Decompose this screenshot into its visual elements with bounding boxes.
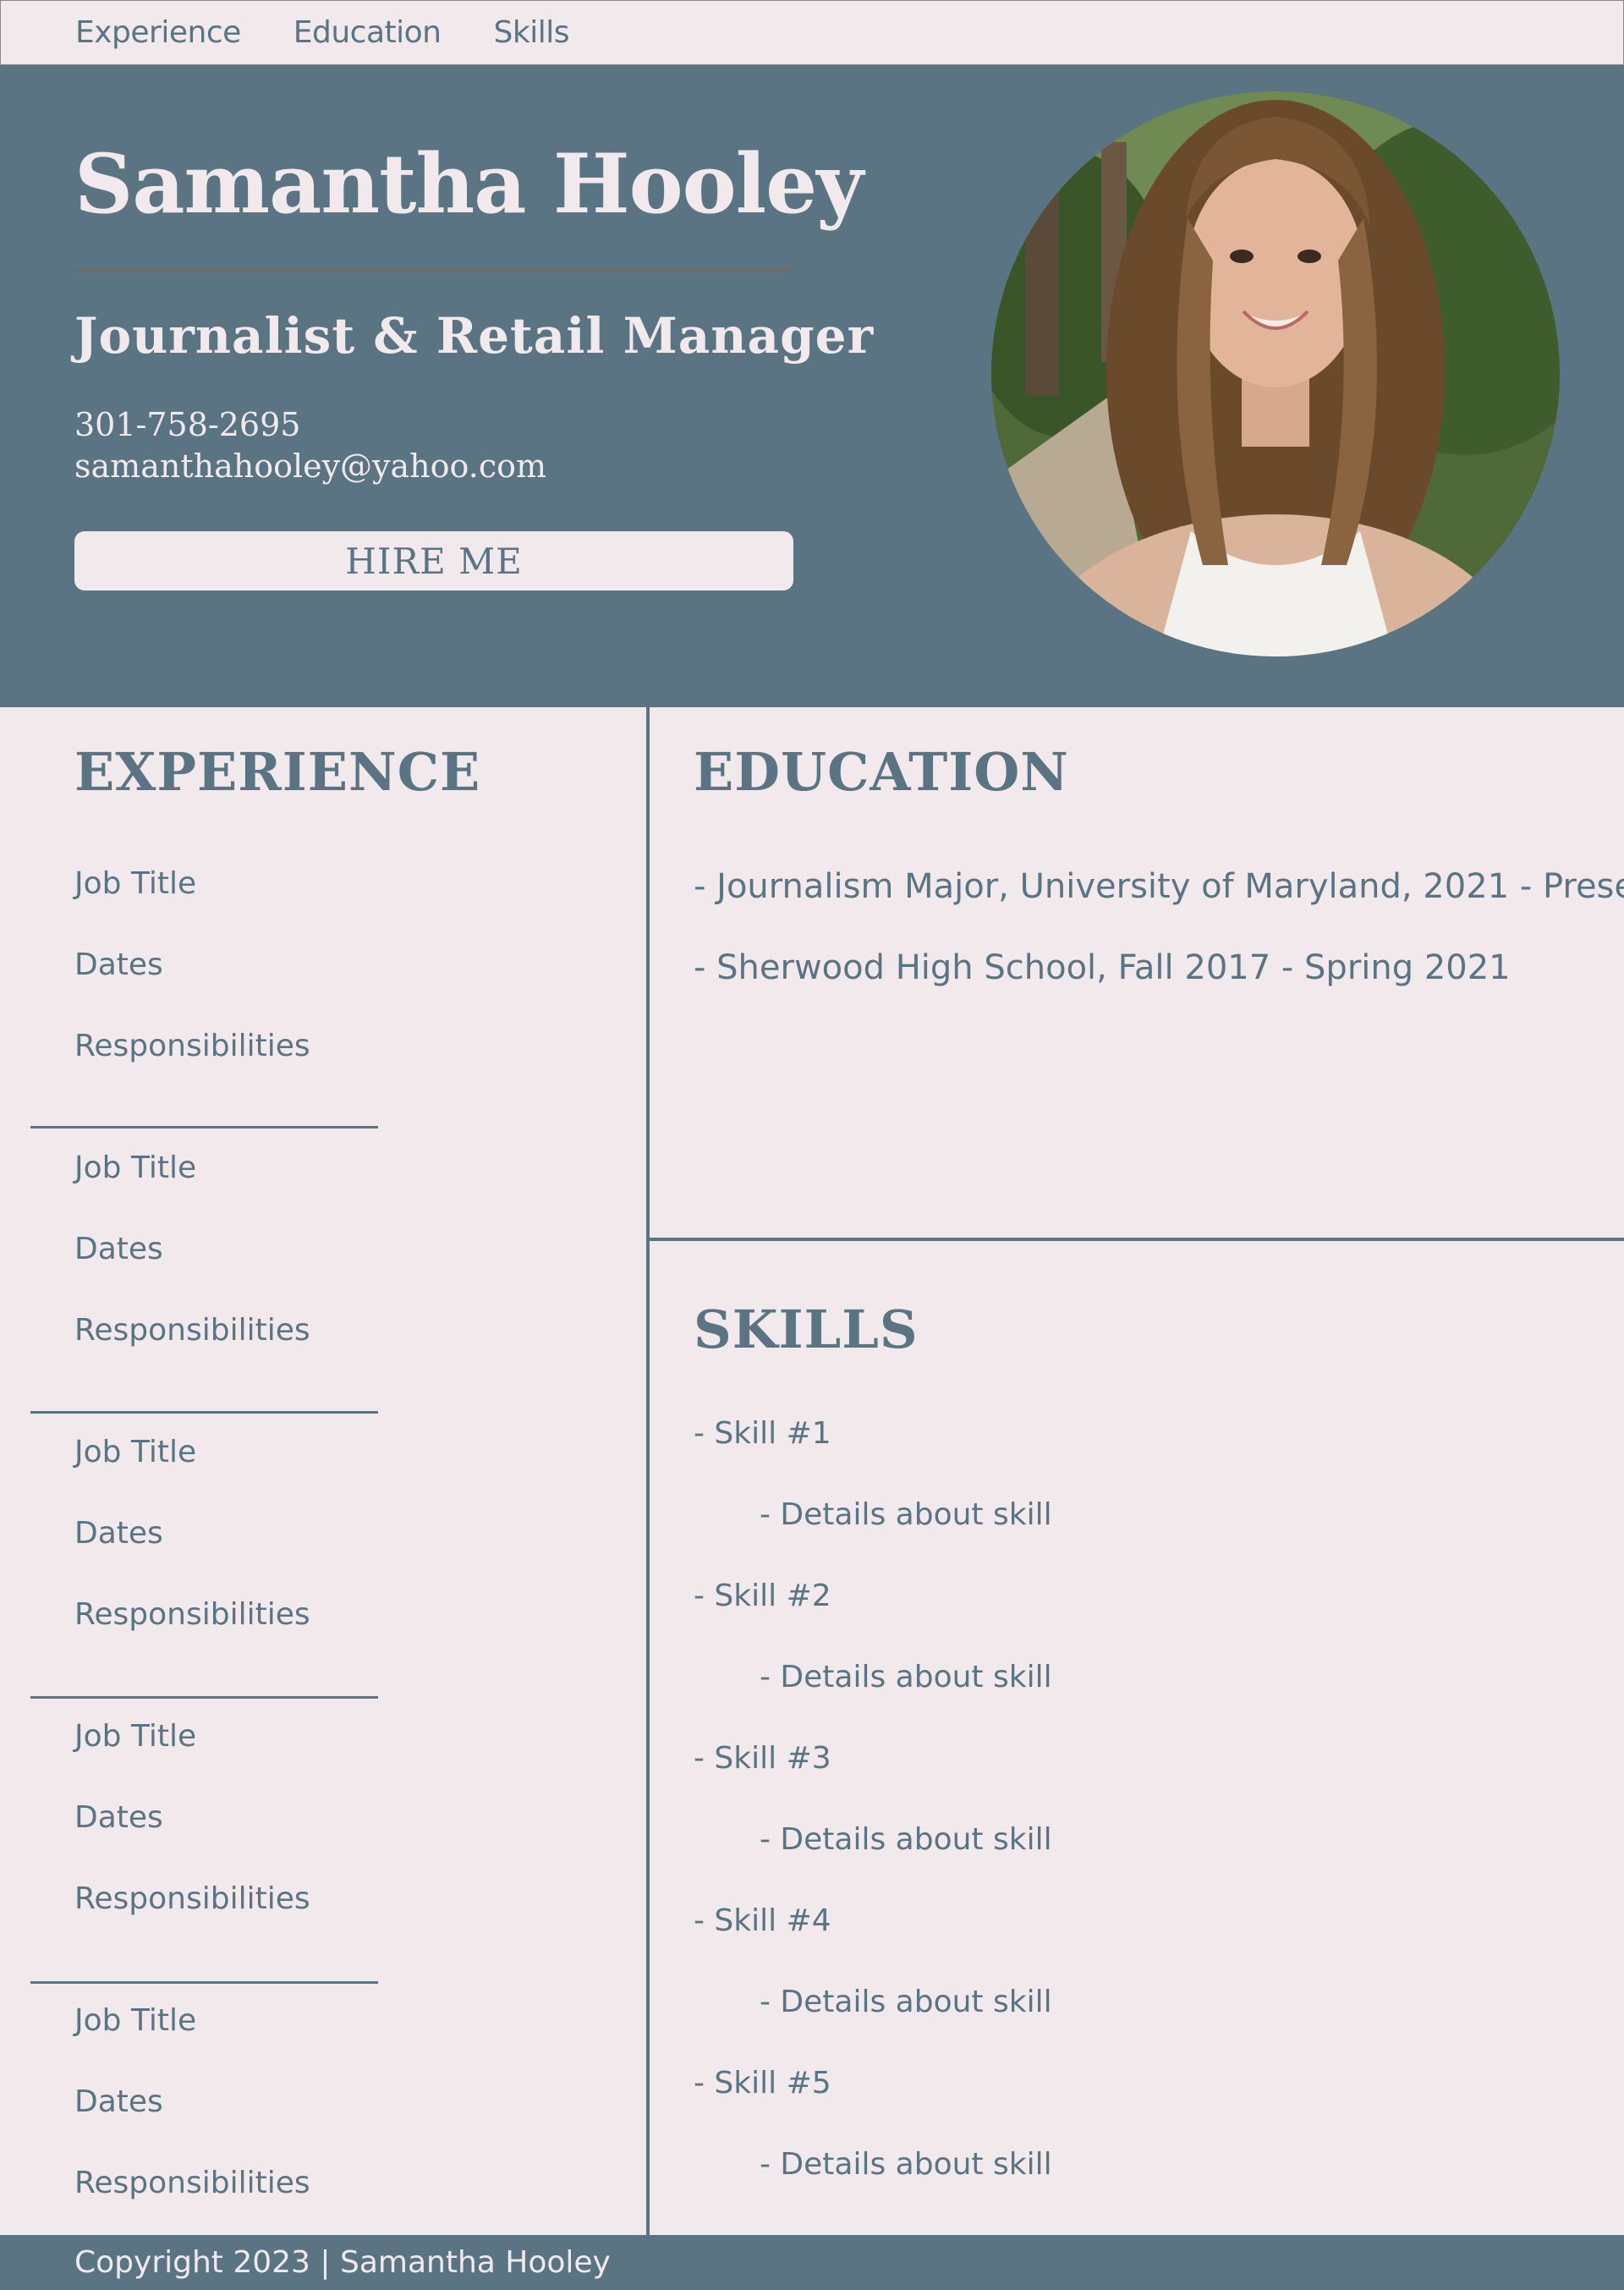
experience-divider xyxy=(30,1126,378,1129)
experience-divider xyxy=(30,1981,378,1984)
skill-5-detail: - Details about skill xyxy=(760,2147,1052,2182)
section-divider xyxy=(646,1238,1624,1241)
experience-1-dates: Dates xyxy=(74,947,163,982)
experience-5-title: Job Title xyxy=(74,2003,197,2038)
skill-3: - Skill #3 xyxy=(694,1741,831,1776)
education-item-high-school: - Sherwood High School, Fall 2017 - Spri… xyxy=(694,948,1511,987)
hero-name: Samantha Hooley xyxy=(74,136,864,232)
column-divider xyxy=(646,707,650,2235)
experience-divider xyxy=(30,1696,378,1699)
experience-5-dates: Dates xyxy=(74,2084,163,2119)
skill-3-detail: - Details about skill xyxy=(760,1822,1052,1857)
experience-2-responsibilities: Responsibilities xyxy=(74,1313,310,1348)
nav-link-education[interactable]: Education xyxy=(294,15,442,50)
skill-1-detail: - Details about skill xyxy=(760,1497,1052,1532)
experience-4-dates: Dates xyxy=(74,1800,163,1835)
hero-job-title: Journalist & Retail Manager xyxy=(74,307,875,365)
experience-5-responsibilities: Responsibilities xyxy=(74,2166,310,2200)
experience-3-title: Job Title xyxy=(74,1435,197,1469)
hero-divider xyxy=(74,269,793,272)
skill-5: - Skill #5 xyxy=(694,2066,831,2101)
nav-link-experience[interactable]: Experience xyxy=(75,15,241,50)
experience-3-responsibilities: Responsibilities xyxy=(74,1597,310,1632)
experience-1-title: Job Title xyxy=(74,866,197,901)
experience-1-responsibilities: Responsibilities xyxy=(74,1029,310,1063)
skill-4: - Skill #4 xyxy=(694,1903,831,1938)
nav-link-skills[interactable]: Skills xyxy=(494,15,570,50)
copyright-text: Copyright 2023 | Samantha Hooley xyxy=(74,2245,611,2280)
experience-heading: EXPERIENCE xyxy=(74,741,481,803)
hero-section: Samantha Hooley Journalist & Retail Mana… xyxy=(0,65,1624,707)
experience-divider xyxy=(30,1411,378,1414)
experience-2-dates: Dates xyxy=(74,1232,163,1266)
phone-number: 301-758-2695 xyxy=(74,406,301,443)
top-nav: Experience Education Skills xyxy=(0,0,1624,65)
experience-4-title: Job Title xyxy=(74,1719,197,1754)
experience-2-title: Job Title xyxy=(74,1150,197,1185)
profile-photo xyxy=(991,91,1560,656)
email-address[interactable]: samanthahooley@yahoo.com xyxy=(74,448,546,485)
experience-4-responsibilities: Responsibilities xyxy=(74,1881,310,1916)
education-heading: EDUCATION xyxy=(694,741,1069,803)
skill-4-detail: - Details about skill xyxy=(760,1985,1052,2019)
skill-2: - Skill #2 xyxy=(694,1579,831,1613)
hire-me-button[interactable]: HIRE ME xyxy=(74,531,793,590)
skills-heading: SKILLS xyxy=(694,1299,919,1360)
experience-3-dates: Dates xyxy=(74,1516,163,1551)
education-item-university: - Journalism Major, University of Maryla… xyxy=(694,867,1624,906)
footer: Copyright 2023 | Samantha Hooley xyxy=(0,2235,1624,2290)
skill-1: - Skill #1 xyxy=(694,1416,831,1451)
skill-2-detail: - Details about skill xyxy=(760,1660,1052,1694)
